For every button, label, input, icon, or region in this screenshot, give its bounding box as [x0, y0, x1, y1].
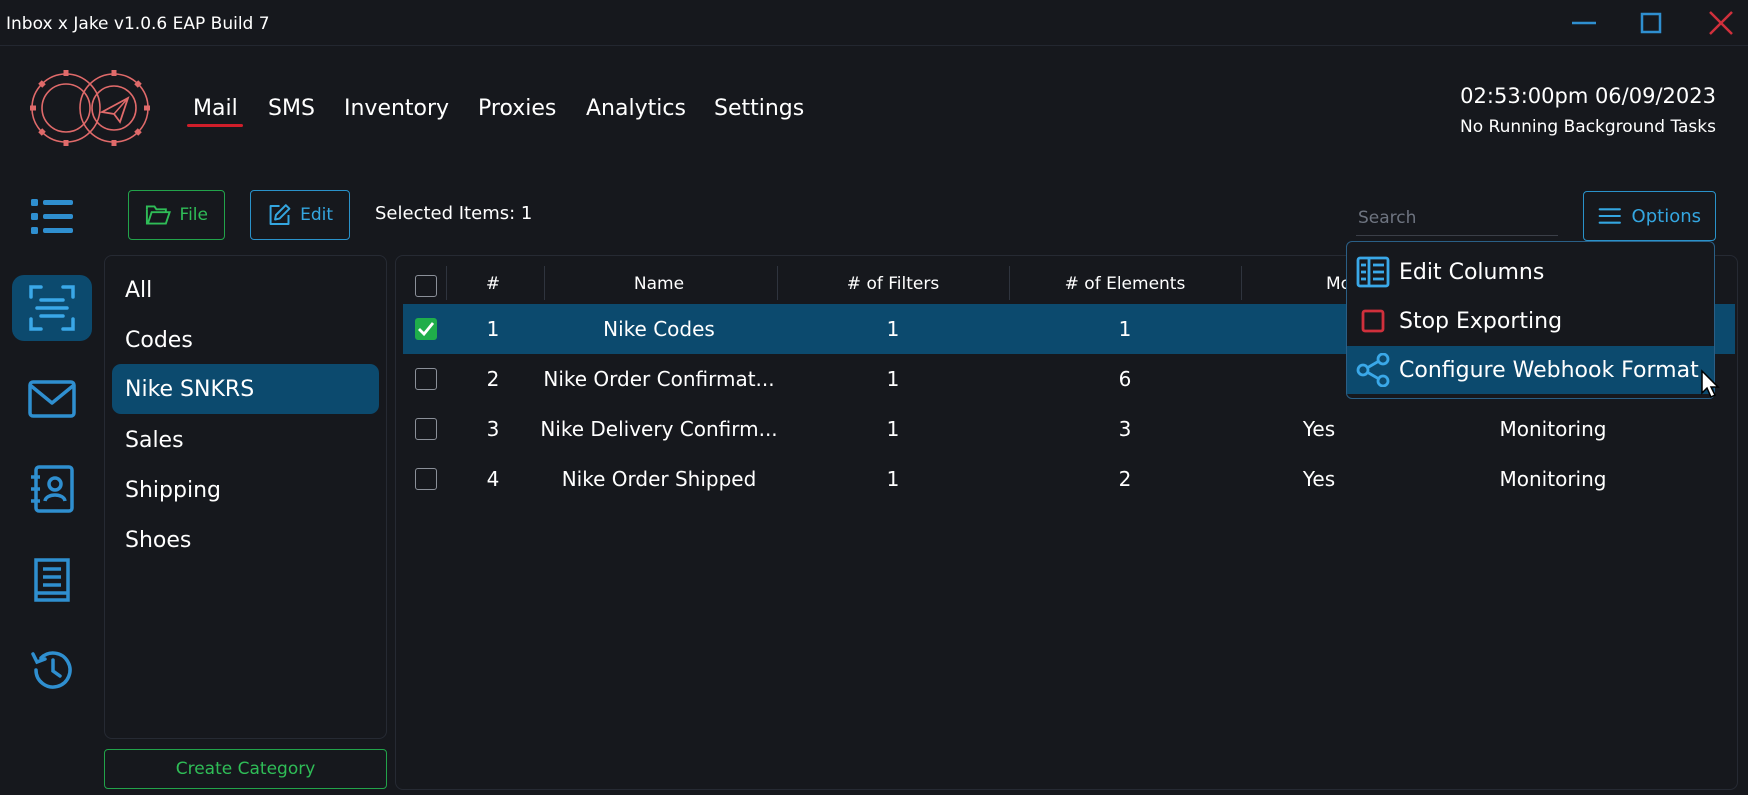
share-nodes-icon — [1356, 353, 1390, 387]
stop-square-icon — [1361, 309, 1385, 333]
selected-items-count: Selected Items: 1 — [375, 203, 533, 224]
row-checkbox[interactable] — [415, 368, 437, 390]
cell-elements: 6 — [1118, 367, 1132, 391]
window-title: Inbox x Jake v1.0.6 EAP Build 7 — [6, 14, 270, 34]
category-item-nike-snkrs[interactable]: Nike SNKRS — [112, 364, 379, 414]
app-window: Inbox x Jake v1.0.6 EAP Build 7 Mail SMS… — [0, 0, 1748, 795]
header-num[interactable]: # — [446, 274, 540, 294]
options-button[interactable]: Options — [1583, 191, 1716, 241]
cell-name: Nike Order Confirmat... — [543, 367, 775, 391]
category-panel: All Codes Nike SNKRS Sales Shipping Shoe… — [104, 255, 387, 739]
menu-item-label: Configure Webhook Format — [1399, 357, 1699, 383]
cell-monitor: Yes — [1302, 467, 1336, 491]
category-label: Shoes — [125, 527, 192, 553]
close-button[interactable] — [1702, 8, 1738, 38]
category-label: Shipping — [125, 477, 221, 503]
header-filters[interactable]: # of Filters — [777, 274, 1009, 294]
menu-item-label: Stop Exporting — [1399, 308, 1563, 334]
cell-num: 1 — [486, 317, 500, 341]
file-button[interactable]: File — [128, 190, 225, 240]
nav-active-underline — [187, 124, 243, 127]
table-row[interactable]: 4 Nike Order Shipped 1 2 Yes Monitoring — [403, 454, 1735, 504]
category-item-shipping[interactable]: Shipping — [112, 465, 379, 515]
category-label: All — [125, 277, 153, 303]
folder-icon — [145, 205, 171, 225]
sidebar-contacts-button[interactable] — [12, 456, 92, 522]
cell-monitor: Yes — [1302, 417, 1336, 441]
cell-elements: 1 — [1118, 317, 1132, 341]
maximize-button[interactable] — [1632, 8, 1668, 38]
sidebar-mail-button[interactable] — [12, 366, 92, 432]
minimize-icon — [1572, 21, 1596, 25]
menu-item-stop-exporting[interactable]: Stop Exporting — [1347, 297, 1714, 345]
edit-button[interactable]: Edit — [250, 190, 350, 240]
checkmark-icon — [418, 322, 435, 337]
history-icon — [31, 651, 72, 689]
nav-settings[interactable]: Settings — [714, 96, 804, 121]
file-button-label: File — [179, 205, 208, 225]
cell-name: Nike Order Shipped — [561, 467, 757, 491]
mail-icon — [28, 380, 76, 418]
sidebar-notebook-button[interactable] — [12, 547, 92, 613]
cell-num: 3 — [486, 417, 500, 441]
scan-document-icon — [29, 285, 75, 331]
category-item-all[interactable]: All — [112, 265, 379, 315]
edit-button-label: Edit — [300, 205, 333, 225]
cell-name: Nike Codes — [603, 317, 715, 341]
table-row[interactable]: 3 Nike Delivery Confirm... 1 3 Yes Monit… — [403, 404, 1735, 454]
minimize-button[interactable] — [1566, 8, 1602, 38]
menu-item-label: Edit Columns — [1399, 259, 1545, 285]
row-checkbox[interactable] — [415, 318, 437, 340]
cell-name: Nike Delivery Confirm... — [540, 417, 778, 441]
row-checkbox[interactable] — [415, 418, 437, 440]
cell-status: Monitoring — [1499, 467, 1607, 491]
mouse-cursor-icon — [1701, 369, 1720, 399]
cell-filters: 1 — [886, 367, 900, 391]
sidebar-list-button[interactable] — [12, 183, 92, 249]
row-checkbox[interactable] — [415, 468, 437, 490]
select-all-checkbox[interactable] — [415, 275, 437, 297]
title-bar: Inbox x Jake v1.0.6 EAP Build 7 — [0, 0, 1748, 46]
sidebar-scan-button[interactable] — [12, 275, 92, 341]
columns-icon — [1356, 256, 1390, 288]
nav-proxies[interactable]: Proxies — [478, 96, 556, 121]
hamburger-icon — [1598, 208, 1621, 224]
cell-status: Monitoring — [1499, 417, 1607, 441]
options-dropdown: Edit Columns Stop Exporting Configure We… — [1346, 241, 1715, 399]
category-item-shoes[interactable]: Shoes — [112, 515, 379, 565]
category-item-sales[interactable]: Sales — [112, 415, 379, 465]
category-label: Sales — [125, 427, 184, 453]
edit-icon — [269, 204, 291, 225]
app-logo — [30, 70, 150, 146]
header-name[interactable]: Name — [544, 274, 774, 294]
category-label: Codes — [125, 327, 193, 353]
close-icon — [1709, 11, 1733, 35]
options-button-label: Options — [1631, 205, 1701, 227]
contacts-book-icon — [31, 465, 74, 513]
nav-sms[interactable]: SMS — [268, 96, 315, 121]
cell-filters: 1 — [886, 417, 900, 441]
menu-item-configure-webhook[interactable]: Configure Webhook Format — [1347, 346, 1714, 394]
cell-filters: 1 — [886, 467, 900, 491]
nav-analytics[interactable]: Analytics — [586, 96, 686, 121]
background-task-status: No Running Background Tasks — [1460, 117, 1716, 137]
category-label: Nike SNKRS — [125, 376, 255, 402]
column-divider — [1241, 266, 1242, 300]
clock: 02:53:00pm 06/09/2023 — [1460, 84, 1716, 108]
maximize-icon — [1640, 12, 1662, 34]
notebook-icon — [34, 558, 70, 602]
header-elements[interactable]: # of Elements — [1009, 274, 1241, 294]
nav-inventory[interactable]: Inventory — [344, 96, 449, 121]
nav-mail[interactable]: Mail — [193, 96, 238, 121]
sidebar-history-button[interactable] — [12, 637, 92, 703]
search-input[interactable] — [1356, 200, 1558, 236]
cell-num: 4 — [486, 467, 500, 491]
cell-num: 2 — [486, 367, 500, 391]
category-item-codes[interactable]: Codes — [112, 315, 379, 365]
cell-filters: 1 — [886, 317, 900, 341]
menu-item-edit-columns[interactable]: Edit Columns — [1347, 248, 1714, 296]
list-icon — [31, 199, 73, 234]
create-category-button[interactable]: Create Category — [104, 749, 387, 789]
